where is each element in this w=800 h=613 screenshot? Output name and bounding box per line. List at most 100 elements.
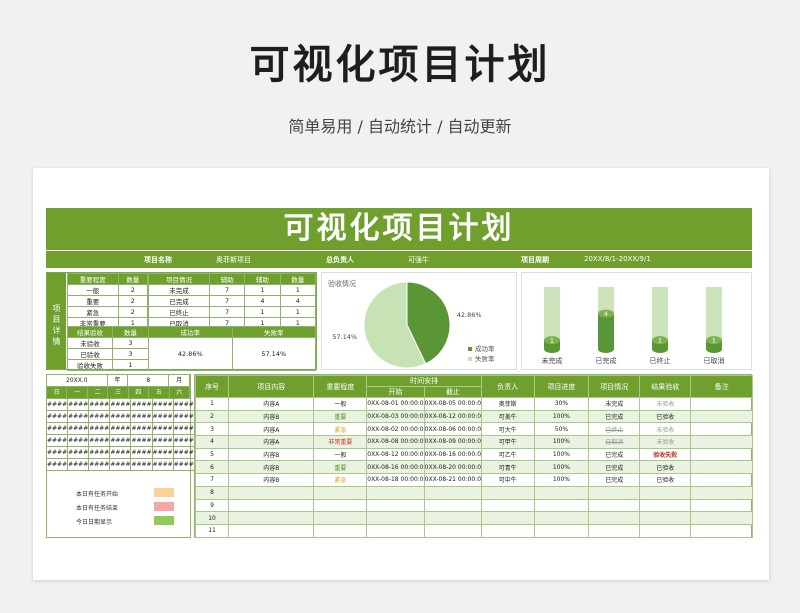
calendar-day-cell[interactable]: ####	[110, 435, 132, 447]
table-cell[interactable]: 100%	[533, 435, 590, 449]
calendar-day-cell[interactable]: ####	[47, 435, 69, 447]
calendar-day-cell[interactable]: ####	[131, 423, 153, 435]
table-cell[interactable]: 5	[194, 447, 230, 462]
calendar-day-cell[interactable]: ####	[47, 423, 69, 435]
calendar-day-cell[interactable]: ####	[152, 459, 174, 471]
table-cell[interactable]: 内容B	[228, 460, 315, 475]
table-cell[interactable]: 100%	[533, 409, 590, 424]
calendar-day-cell[interactable]: ####	[131, 447, 153, 459]
table-cell[interactable]: 已取消	[588, 435, 641, 449]
calendar-day-cell[interactable]: ####	[110, 447, 132, 459]
table-cell[interactable]	[588, 511, 641, 525]
table-cell[interactable]: 4	[194, 435, 230, 449]
table-cell[interactable]: 3	[194, 422, 230, 437]
table-cell[interactable]	[423, 498, 483, 513]
table-cell[interactable]	[481, 498, 535, 513]
calendar-day-cell[interactable]: ####	[47, 447, 69, 459]
calendar-day-cell[interactable]: ####	[152, 447, 174, 459]
table-cell[interactable]: 未验收	[639, 397, 692, 411]
table-cell[interactable]: 50%	[533, 422, 590, 437]
table-cell[interactable]: 内容A	[228, 397, 315, 411]
table-cell[interactable]	[313, 485, 368, 500]
table-cell[interactable]: 重要	[313, 409, 368, 424]
table-cell[interactable]: 100%	[533, 460, 590, 475]
table-cell[interactable]: 已完成	[588, 447, 641, 462]
table-cell[interactable]: 0XX-08-03 00:00:0	[366, 409, 425, 424]
calendar-day-cell[interactable]: ####	[131, 411, 153, 423]
table-cell[interactable]: 验收失败	[639, 447, 692, 462]
table-cell[interactable]: 内容B	[228, 447, 315, 462]
calendar-month[interactable]: 8	[128, 375, 170, 387]
table-cell[interactable]	[690, 447, 753, 462]
calendar-day-cell[interactable]: ####	[131, 435, 153, 447]
calendar-day-cell[interactable]: ####	[68, 447, 90, 459]
table-cell[interactable]	[366, 511, 425, 525]
table-cell[interactable]: 一般	[313, 397, 368, 411]
table-cell[interactable]: 8	[194, 485, 230, 500]
table-cell[interactable]	[366, 485, 425, 500]
table-cell[interactable]	[228, 485, 315, 500]
table-cell[interactable]: 已完成	[588, 473, 641, 487]
table-cell[interactable]	[690, 460, 753, 475]
table-cell[interactable]: 未验收	[639, 435, 692, 449]
calendar-day-cell[interactable]: ####	[89, 423, 111, 435]
table-cell[interactable]: 100%	[533, 473, 590, 487]
table-cell[interactable]: 0XX-08-08 00:00:0	[366, 435, 425, 449]
table-cell[interactable]: 0XX-08-01 00:00:0	[366, 397, 425, 411]
table-cell[interactable]	[639, 511, 692, 525]
calendar-day-cell[interactable]: ####	[173, 447, 195, 459]
table-cell[interactable]	[423, 485, 483, 500]
table-cell[interactable]: 0XX-08-21 00:00:0	[423, 473, 483, 487]
table-cell[interactable]	[533, 498, 590, 513]
table-cell[interactable]	[228, 511, 315, 525]
calendar-day-cell[interactable]: ####	[131, 459, 153, 471]
table-cell[interactable]	[588, 498, 641, 513]
table-cell[interactable]	[533, 511, 590, 525]
table-cell[interactable]: 可乙牛	[481, 447, 535, 462]
calendar-day-cell[interactable]: ####	[110, 399, 132, 411]
calendar-day-cell[interactable]: ####	[89, 447, 111, 459]
table-cell[interactable]: 0XX-08-06 00:00:0	[423, 422, 483, 437]
table-cell[interactable]: 紧急	[313, 422, 368, 437]
table-cell[interactable]: 内容A	[228, 422, 315, 437]
table-cell[interactable]	[481, 511, 535, 525]
table-cell[interactable]	[423, 511, 483, 525]
table-cell[interactable]	[366, 498, 425, 513]
calendar-day-cell[interactable]: ####	[173, 423, 195, 435]
table-cell[interactable]: 已验收	[639, 460, 692, 475]
table-cell[interactable]: 可美牛	[481, 409, 535, 424]
table-cell[interactable]	[481, 523, 535, 538]
table-cell[interactable]: 100%	[533, 447, 590, 462]
table-cell[interactable]	[639, 498, 692, 513]
table-cell[interactable]: 9	[194, 498, 230, 513]
calendar-day-cell[interactable]: ####	[89, 399, 111, 411]
calendar-day-cell[interactable]: ####	[173, 399, 195, 411]
calendar-day-cell[interactable]: ####	[152, 411, 174, 423]
calendar-day-cell[interactable]: ####	[68, 399, 90, 411]
table-cell[interactable]: 6	[194, 460, 230, 475]
table-cell[interactable]: 0XX-08-12 00:00:0	[423, 409, 483, 424]
table-cell[interactable]	[690, 422, 753, 437]
calendar-day-cell[interactable]: ####	[110, 459, 132, 471]
table-cell[interactable]: 内容A	[228, 435, 315, 449]
table-cell[interactable]	[690, 397, 753, 411]
table-cell[interactable]: 0XX-08-12 00:00:0	[366, 447, 425, 462]
calendar-day-cell[interactable]: ####	[47, 411, 69, 423]
table-cell[interactable]: 已终止	[588, 422, 641, 437]
table-cell[interactable]	[533, 523, 590, 538]
table-cell[interactable]: 已验收	[639, 473, 692, 487]
calendar-day-cell[interactable]: ####	[173, 459, 195, 471]
table-cell[interactable]: 10	[194, 511, 230, 525]
table-cell[interactable]: 紧急	[313, 473, 368, 487]
calendar-day-cell[interactable]: ####	[110, 411, 132, 423]
table-cell[interactable]: 1	[194, 397, 230, 411]
table-cell[interactable]	[533, 485, 590, 500]
calendar-day-cell[interactable]: ####	[89, 459, 111, 471]
calendar-year[interactable]: 20XX.0	[47, 375, 108, 387]
table-cell[interactable]	[690, 498, 753, 513]
table-cell[interactable]	[690, 511, 753, 525]
table-cell[interactable]	[313, 511, 368, 525]
table-cell[interactable]: 未验收	[639, 422, 692, 437]
table-cell[interactable]: 已验收	[639, 409, 692, 424]
table-cell[interactable]	[481, 485, 535, 500]
